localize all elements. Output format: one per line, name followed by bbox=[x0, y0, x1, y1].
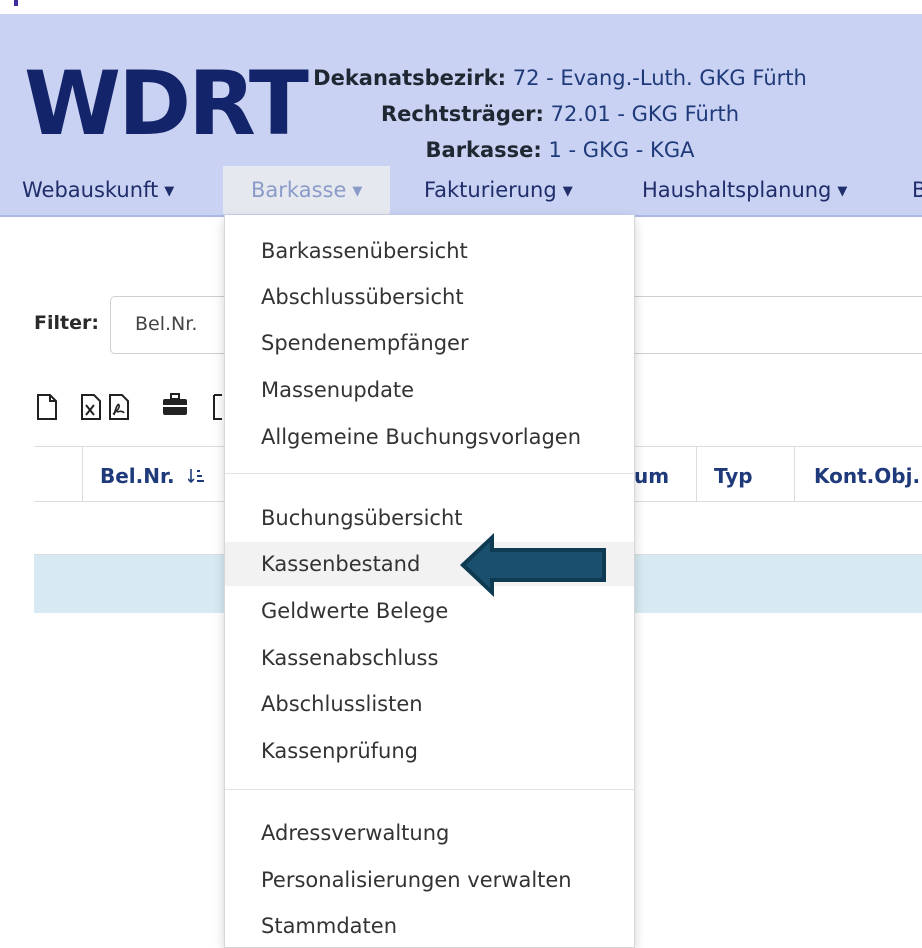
nav-fakturierung[interactable]: Fakturierung ▼ bbox=[424, 166, 573, 214]
column-separator bbox=[794, 447, 795, 501]
menu-divider bbox=[225, 473, 634, 474]
pointer-arrow-icon bbox=[460, 533, 606, 597]
caret-down-icon: ▼ bbox=[837, 184, 848, 199]
info-rechtstraeger: Rechtsträger: 72.01 - GKG Fürth bbox=[250, 96, 870, 132]
col-belnr[interactable]: Bel.Nr. bbox=[100, 447, 206, 501]
menu-item-abschlusslisten[interactable]: Abschlusslisten bbox=[225, 682, 634, 726]
info-dekanatsbezirk: Dekanatsbezirk: 72 - Evang.-Luth. GKG Fü… bbox=[250, 60, 870, 96]
nav-truncated[interactable]: B bbox=[912, 166, 922, 214]
nav-label: Haushaltsplanung bbox=[642, 178, 832, 202]
main-nav: Webauskunft ▼ Barkasse ▼ Fakturierung ▼ Hau… bbox=[0, 166, 922, 214]
menu-item-stammdaten[interactable]: Stammdaten bbox=[225, 904, 634, 948]
export-icon[interactable] bbox=[212, 393, 222, 421]
info-value: 1 - GKG - KGA bbox=[548, 138, 695, 162]
info-label: Barkasse: bbox=[425, 138, 542, 162]
nav-label: B bbox=[912, 178, 922, 202]
app-header: WDRT Dekanatsbezirk: 72 - Evang.-Luth. G… bbox=[0, 14, 922, 217]
sort-asc-icon[interactable] bbox=[187, 468, 206, 484]
info-barkasse: Barkasse: 1 - GKG - KGA bbox=[250, 132, 870, 168]
nav-label: Fakturierung bbox=[424, 178, 557, 202]
menu-item-barkassenuebersicht[interactable]: Barkassenübersicht bbox=[225, 229, 634, 273]
column-separator bbox=[82, 447, 83, 501]
nav-haushaltsplanung[interactable]: Haushaltsplanung ▼ bbox=[642, 166, 847, 214]
nav-barkasse[interactable]: Barkasse ▼ bbox=[223, 166, 391, 214]
col-datum[interactable]: um bbox=[634, 447, 669, 501]
menu-item-kassenabschluss[interactable]: Kassenabschluss bbox=[225, 636, 634, 680]
info-label: Rechtsträger: bbox=[380, 102, 544, 126]
menu-divider bbox=[225, 789, 634, 790]
nav-label: Barkasse bbox=[251, 178, 347, 202]
column-separator bbox=[696, 447, 697, 501]
menu-item-personalisierungen-verwalten[interactable]: Personalisierungen verwalten bbox=[225, 858, 634, 902]
caret-down-icon: ▼ bbox=[352, 184, 363, 199]
col-label: Bel.Nr. bbox=[100, 464, 175, 488]
caret-down-icon: ▼ bbox=[164, 184, 175, 199]
menu-item-spendenempfaenger[interactable]: Spendenempfänger bbox=[225, 321, 634, 365]
nav-label: Webauskunft bbox=[22, 178, 159, 202]
briefcase-icon[interactable] bbox=[162, 393, 188, 417]
info-value: 72.01 - GKG Fürth bbox=[550, 102, 740, 126]
filter-label: Filter: bbox=[34, 312, 99, 334]
filter-field-value: Bel.Nr. bbox=[135, 313, 198, 335]
new-document-icon[interactable] bbox=[36, 393, 58, 421]
menu-item-adressverwaltung[interactable]: Adressverwaltung bbox=[225, 811, 634, 855]
filter-search-input[interactable] bbox=[631, 296, 922, 354]
menu-item-abschlussuebersicht[interactable]: Abschlussübersicht bbox=[225, 275, 634, 319]
caret-down-icon: ▼ bbox=[562, 184, 573, 199]
pdf-export-icon[interactable] bbox=[108, 393, 130, 421]
menu-item-massenupdate[interactable]: Massenupdate bbox=[225, 368, 634, 412]
menu-item-kassenpruefung[interactable]: Kassenprüfung bbox=[225, 729, 634, 773]
top-strip bbox=[0, 0, 922, 14]
menu-item-allgemeine-buchungsvorlagen[interactable]: Allgemeine Buchungsvorlagen bbox=[225, 415, 634, 459]
col-typ[interactable]: Typ bbox=[714, 447, 753, 501]
nav-webauskunft[interactable]: Webauskunft ▼ bbox=[22, 166, 174, 214]
top-strip-mark bbox=[14, 0, 18, 6]
info-label: Dekanatsbezirk: bbox=[313, 66, 507, 90]
col-kontobj[interactable]: Kont.Obj. bbox=[814, 447, 920, 501]
info-value: 72 - Evang.-Luth. GKG Fürth bbox=[512, 66, 807, 90]
excel-export-icon[interactable] bbox=[80, 393, 102, 421]
header-info: Dekanatsbezirk: 72 - Evang.-Luth. GKG Fü… bbox=[250, 60, 870, 168]
